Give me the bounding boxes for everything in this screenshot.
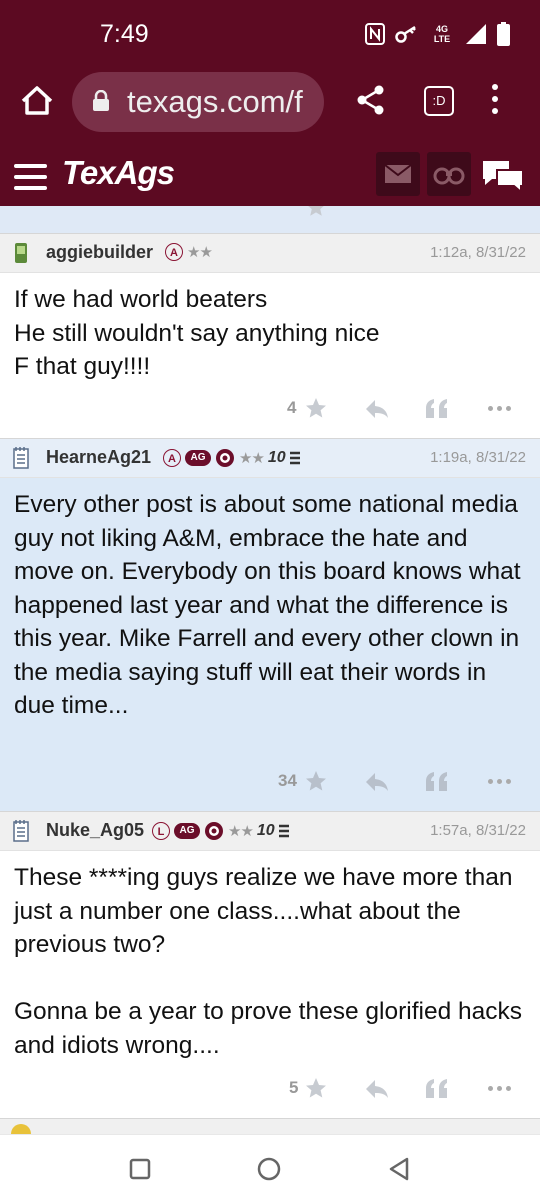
quote-icon[interactable] — [425, 398, 449, 420]
status-icons: 4G LTE — [365, 22, 510, 46]
post-header: HearneAg21 A AG ★★ 10 1:19a, 8/31/22 — [0, 438, 540, 478]
ten-lines-icon — [278, 824, 289, 838]
user-badges: L AG ★★ 10 — [152, 821, 289, 841]
forum-post: HearneAg21 A AG ★★ 10 1:19a, 8/31/22 Eve… — [0, 438, 540, 811]
lock-icon — [93, 90, 109, 111]
post-actions: 34 — [0, 763, 540, 803]
badge-stars: ★★ — [239, 450, 265, 467]
url-text: texags.com/f — [127, 84, 303, 119]
quote-icon[interactable] — [425, 771, 449, 793]
browser-menu-icon[interactable] — [492, 84, 502, 120]
star-icon[interactable] — [304, 396, 328, 420]
chat-icon[interactable] — [480, 158, 526, 192]
post-header: aggiebuilder A ★★ 1:12a, 8/31/22 — [0, 233, 540, 273]
more-icon[interactable] — [488, 1086, 511, 1091]
star-icon[interactable] — [304, 769, 328, 793]
badge-rank: L — [152, 822, 170, 840]
badge-ag: AG — [185, 450, 211, 466]
binoculars-icon — [433, 167, 465, 185]
nfc-icon — [365, 23, 385, 45]
badge-stars: ★★ — [187, 244, 213, 261]
more-icon[interactable] — [488, 406, 511, 411]
extension-icon[interactable]: :D — [424, 86, 454, 116]
post-actions: 5 — [0, 1070, 540, 1110]
site-header: TexAgs — [0, 142, 540, 209]
previous-post-footer — [0, 206, 540, 234]
mascot-icon — [216, 449, 234, 467]
envelope-icon — [384, 164, 412, 183]
badge-ten: 10 — [256, 822, 275, 839]
badge-ten: 10 — [267, 449, 286, 466]
status-bar: 7:49 4G LTE — [0, 0, 540, 62]
next-post-header — [0, 1118, 540, 1135]
back-icon[interactable] — [386, 1156, 412, 1182]
post-time: 1:12a, 8/31/22 — [430, 244, 526, 261]
badge-rank: A — [165, 243, 183, 261]
badge-rank: A — [163, 449, 181, 467]
messages-button[interactable] — [376, 152, 420, 196]
reply-icon[interactable] — [364, 398, 390, 420]
post-body: These ****ing guys realize we have more … — [14, 864, 523, 1059]
browser-toolbar: texags.com/f :D — [0, 62, 540, 142]
notepad-icon — [13, 820, 29, 842]
watch-button[interactable] — [427, 152, 471, 196]
quote-icon[interactable] — [425, 1078, 449, 1100]
post-body: Every other post is about some national … — [14, 491, 521, 719]
more-icon[interactable] — [488, 779, 511, 784]
system-navigation-bar — [0, 1134, 540, 1201]
battery-icon — [497, 22, 510, 46]
star-icon — [308, 206, 324, 216]
key-icon — [395, 25, 416, 43]
post-body: If we had world beaters He still wouldn'… — [14, 286, 380, 380]
username[interactable]: HearneAg21 — [46, 447, 151, 468]
home-nav-icon[interactable] — [256, 1156, 282, 1182]
username[interactable]: aggiebuilder — [46, 242, 153, 263]
post-actions: 4 — [0, 390, 540, 430]
post-time: 1:57a, 8/31/22 — [430, 822, 526, 839]
user-badges: A AG ★★ 10 — [163, 448, 300, 468]
mascot-icon — [205, 822, 223, 840]
badge-stars: ★★ — [228, 823, 254, 840]
user-badges: A ★★ — [165, 243, 213, 261]
home-icon[interactable] — [17, 81, 57, 121]
forum-post: aggiebuilder A ★★ 1:12a, 8/31/22 If we h… — [0, 233, 540, 438]
share-icon[interactable] — [356, 84, 386, 116]
username[interactable]: Nuke_Ag05 — [46, 820, 144, 841]
reply-icon[interactable] — [364, 1078, 390, 1100]
like-count: 34 — [278, 771, 297, 790]
hamburger-menu-icon[interactable] — [14, 164, 47, 197]
status-time: 7:49 — [100, 20, 149, 48]
recents-icon[interactable] — [128, 1157, 152, 1181]
reply-icon[interactable] — [364, 771, 390, 793]
post-time: 1:19a, 8/31/22 — [430, 449, 526, 466]
url-field[interactable]: texags.com/f — [72, 72, 324, 132]
badge-ag: AG — [174, 823, 200, 839]
like-count: 5 — [289, 1078, 299, 1097]
network-indicator: 4G LTE — [433, 24, 451, 44]
site-logo[interactable]: TexAgs — [62, 154, 175, 192]
ten-lines-icon — [289, 451, 300, 465]
post-header: Nuke_Ag05 L AG ★★ 10 1:57a, 8/31/22 — [0, 811, 540, 851]
phone-icon — [15, 243, 27, 263]
notepad-icon — [13, 447, 29, 469]
forum-post: Nuke_Ag05 L AG ★★ 10 1:57a, 8/31/22 Thes… — [0, 811, 540, 1118]
like-count: 4 — [287, 398, 297, 417]
signal-icon — [466, 24, 486, 44]
star-icon[interactable] — [304, 1076, 328, 1100]
